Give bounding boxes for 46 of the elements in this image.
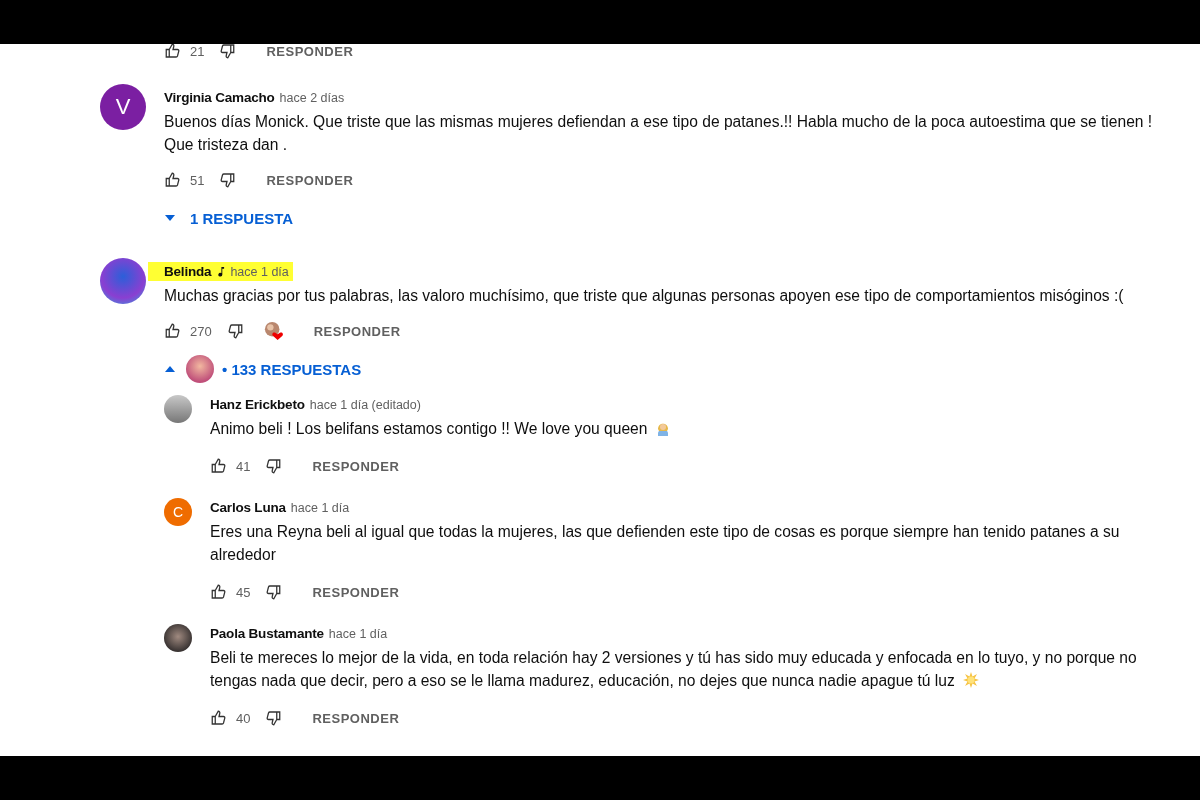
thumbs-up-icon[interactable] [210,583,228,601]
like-count: 45 [236,584,251,600]
caret-icon[interactable] [164,365,176,373]
comment-text: Eres una Reyna beli al igual que todas la mujeres, las que defienden este tipo de cosas es porque siempre han tenido patanes a su alrededor [210,523,1120,563]
comment-time[interactable]: hace 1 día [290,501,350,515]
thumbs-up-icon[interactable] [164,322,182,340]
thumbs-up-icon[interactable] [164,171,182,189]
comment-text: Muchas gracias por tus palabras, las valoro muchísimo, que triste que algunas personas apoyen ese tipo de comportamientos misóginos :( [164,286,1125,306]
author-name[interactable]: Virginia Camacho [164,90,275,105]
avatar-photo-placeholder[interactable] [164,624,192,652]
caret-icon[interactable] [164,214,176,222]
thumbs-down-icon[interactable] [218,44,237,60]
like-count: 41 [236,458,251,474]
comment-text: Beli te mereces lo mejor de la vida, en toda relación hay 2 versiones y tú has sido muy educada y enfocada en lo tuyo, y no porque no tengas nada que decir, pero a eso se le llama madurez, educación, no dejes que nunca nadie apague tú luz [210,649,1137,689]
sun-emoji-icon [962,672,979,688]
comment-time[interactable]: hace 1 día (editado) [309,398,421,412]
reply-button[interactable]: RESPONDER [305,323,409,339]
comment-time[interactable]: hace 2 días [279,91,345,105]
reply-button[interactable]: RESPONDER [304,458,408,474]
comment-text: Animo beli ! Los belifans estamos contigo !! We love you queen [210,420,672,437]
comment-text: Buenos días Monick. Que triste que las mismas mujeres defiendan a ese tipo de patanes.!! Habla mucho de la poca autoestima que se tienen ! Que tristeza dan . [164,112,1154,155]
reply-button[interactable]: RESPONDER [304,584,408,600]
thumbs-up-icon[interactable] [210,709,228,727]
author-name[interactable]: Carlos Luna [210,500,286,515]
thumbs-up-icon[interactable] [210,457,228,475]
like-count: 51 [190,172,205,188]
like-count: 40 [236,710,251,726]
like-count: 21 [190,44,205,59]
author-name[interactable]: Belinda [164,264,212,279]
author-name[interactable]: Paola Bustamante [210,626,324,641]
thumbs-down-icon[interactable] [218,171,237,189]
comment-time[interactable]: hace 1 día [230,265,289,279]
like-count: 270 [190,323,212,339]
avatar[interactable]: V [100,84,146,130]
thumbs-down-icon[interactable] [264,583,283,601]
avatar-photo-placeholder[interactable] [100,258,146,304]
reply-button[interactable]: RESPONDER [258,44,362,59]
thumbs-down-icon[interactable] [264,709,283,727]
comment-time[interactable]: hace 1 día [328,627,388,641]
replies-toggle-button[interactable]: • 133 RESPUESTAS [218,360,366,378]
author-name[interactable]: Hanz Erickbeto [210,397,305,412]
thumbs-up-icon[interactable] [164,44,182,60]
thumbs-down-icon[interactable] [264,457,283,475]
reply-button[interactable]: RESPONDER [304,710,408,726]
reply-button[interactable]: RESPONDER [258,172,362,188]
replies-toggle-button[interactable]: 1 RESPUESTA [186,209,298,227]
